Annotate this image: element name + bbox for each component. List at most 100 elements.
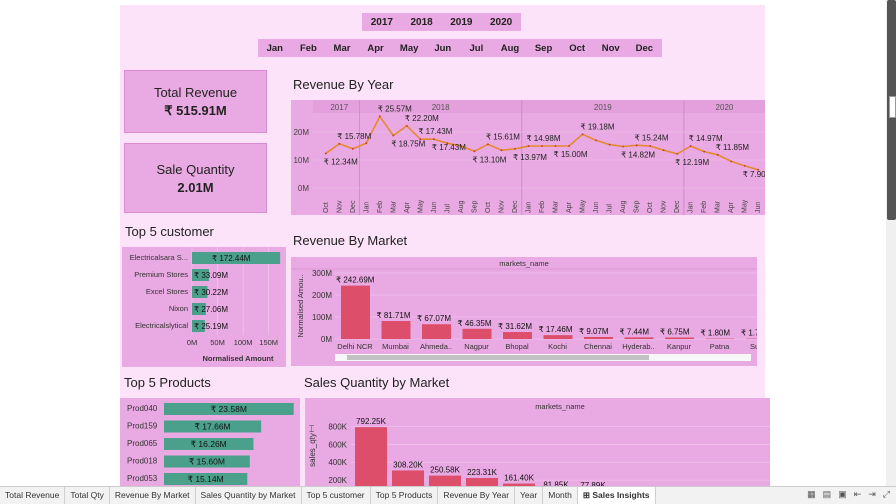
tabbar-control-icon-5[interactable]: ⤢ [883,489,890,500]
customer-name: Nixon [169,304,188,313]
tab-revenue-by-market[interactable]: Revenue By Market [110,486,196,504]
customer-name: Electricalslytical [135,321,188,330]
line-data-label: ₹ 14.98M [526,134,560,143]
line-data-label: ₹ 14.97M [689,134,723,143]
tab-year[interactable]: Year [515,486,544,504]
line-data-label: ₹ 17.43M [418,127,452,136]
header-label: markets_name [535,402,585,411]
month-option-apr[interactable]: Apr [359,43,393,54]
sheet-tab-bar: Total Revenue Total Qty Revenue By Market S… [0,486,896,504]
x-tick-label: Mar [553,200,560,213]
line-point [662,149,665,152]
x-tick-label: Nov [661,200,668,213]
y-tick-label: 200K [328,476,347,485]
tabbar-control-icon-4[interactable]: ⇥ [868,489,876,500]
year-option-2017[interactable]: 2017 [362,17,402,28]
qty-value-label: 250.58K [430,466,460,475]
y-tick-label: 100M [312,313,332,322]
top5-customer-chart[interactable]: 0M 50M 100M 150M Normalised Amount Electrical… [122,247,286,367]
y-tick-label: 800K [328,422,347,431]
month-option-oct[interactable]: Oct [560,43,594,54]
top5-products-chart[interactable]: Prod040 ₹ 23.58M Prod159 ₹ 17.66M Prod065 ₹ 1… [120,398,300,486]
right-gutter [765,0,896,486]
qty-value-label: 161.40K [504,474,534,483]
product-name: Prod065 [127,439,158,448]
x-tick-label: 100M [234,338,253,347]
line-data-label: ₹ 12.34M [324,157,358,166]
x-tick-label: Jun [431,202,438,213]
line-point [527,145,530,147]
customer-value-label: ₹ 172.44M [212,254,251,263]
line-data-label: ₹ 13.97M [513,153,547,162]
product-name: Prod159 [127,422,158,431]
tabbar-control-icon-2[interactable]: ▣ [838,489,847,500]
month-option-jul[interactable]: Jul [460,43,494,54]
x-tick-label: Dec [512,200,519,213]
line-point [324,152,327,155]
year-option-2020[interactable]: 2020 [481,17,521,28]
year-label-2018: 2018 [432,103,450,112]
market-value-label: ₹ 7.44M [620,327,650,336]
year-label-2017: 2017 [330,103,348,112]
line-point [716,153,719,156]
year-option-2019[interactable]: 2019 [442,17,482,28]
line-point [743,164,746,167]
qty-bar [429,475,461,486]
revenue-by-market-chart[interactable]: markets_name 300M 200M 100M 0M Normalised Amo… [291,257,757,366]
tab-sales-insights[interactable]: ⊞ Sales Insights [577,486,656,504]
customer-name: Excel Stores [146,287,188,296]
tab-revenue-by-year[interactable]: Revenue By Year [438,486,516,504]
market-name: Sura.. [750,342,757,351]
market-name: Kanpur [667,342,692,351]
market-name: Delhi NCR [337,342,373,351]
product-value-label: ₹ 15.60M [189,457,225,467]
tab-top-5-customer[interactable]: Top 5 customer [302,486,371,504]
y-tick-label: 200M [312,291,332,300]
line-point [554,145,557,147]
market-name: Hyderab.. [622,342,655,351]
market-value-label: ₹ 31.62M [498,322,532,331]
month-option-sep[interactable]: Sep [527,43,561,54]
y-tick-label: 0M [321,335,332,344]
sales-qty-by-market-chart[interactable]: markets_name 800K 600K 400K 200K sales_qty⌶ 79… [305,398,770,486]
month-filter[interactable]: Jan Feb Mar Apr May Jun Jul Aug Sep Oct Nov Dec [258,39,662,57]
tab-total-revenue[interactable]: Total Revenue [0,486,66,504]
month-option-mar[interactable]: Mar [325,43,359,54]
month-option-may[interactable]: May [392,43,426,54]
tabbar-controls: ▦ ▤ ▣ ⇤ ⇥ ⤢ [807,489,890,500]
year-filter[interactable]: 2017 2018 2019 2020 [362,13,521,31]
market-bar [381,321,411,339]
month-option-dec[interactable]: Dec [628,43,662,54]
tab-top-5-products[interactable]: Top 5 Products [371,486,439,504]
y-tick-label: 400K [328,458,347,467]
month-option-jun[interactable]: Jun [426,43,460,54]
tabbar-control-icon-3[interactable]: ⇤ [854,489,862,500]
x-tick-label: May [417,199,424,213]
x-tick-label: Aug [458,200,465,213]
line-point [487,143,489,146]
revenue-by-market-title: Revenue By Market [293,233,408,248]
month-option-feb[interactable]: Feb [292,43,326,54]
month-option-nov[interactable]: Nov [594,43,628,54]
tab-total-qty[interactable]: Total Qty [65,486,110,504]
line-data-label: ₹ 15.61M [486,132,520,141]
y-tick-label: 0M [298,184,309,193]
x-tick-label: Oct [647,202,654,213]
year-label-2020: 2020 [716,103,734,112]
sales-qty-by-market-title: Sales Quantity by Market [304,375,450,390]
product-value-label: ₹ 15.14M [188,474,224,484]
tabbar-control-icon-1[interactable]: ▤ [823,489,832,500]
year-option-2018[interactable]: 2018 [402,17,442,28]
y-tick-label: 600K [328,440,347,449]
tab-month[interactable]: Month [543,486,578,504]
tab-sales-quantity-by-market[interactable]: Sales Quantity by Market [196,486,302,504]
market-value-label: ₹ 67.07M [417,314,451,323]
month-option-jan[interactable]: Jan [258,43,292,54]
tabbar-control-icon-0[interactable]: ▦ [807,489,816,500]
market-name: Chennai [584,342,612,351]
line-data-label: ₹ 22.20M [405,114,439,123]
revenue-by-year-chart[interactable]: 2017 2018 2019 2020 20M 10M 0M Oct Nov Dec Jan Feb M… [291,100,765,215]
month-option-aug[interactable]: Aug [493,43,527,54]
line-data-label: ₹ 12.19M [675,158,709,167]
market-value-label: ₹ 9.07M [579,327,609,336]
